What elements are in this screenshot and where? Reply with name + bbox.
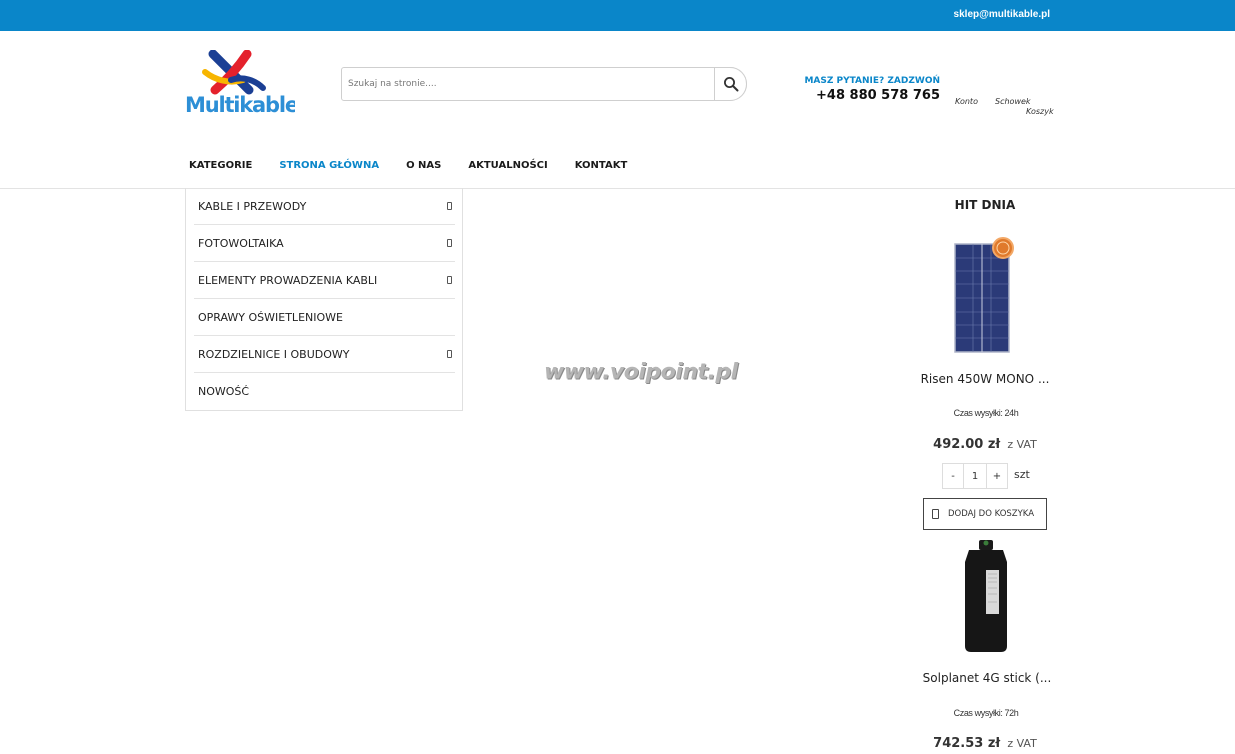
price-value: 492.00 zł [933, 437, 1001, 452]
product-price: 742.53 zł z VAT [905, 732, 1065, 751]
search-box [341, 67, 747, 101]
contact-block: MASZ PYTANIE? ZADZWOŃ +48 880 578 765 [790, 76, 940, 103]
quantity-decrease-button[interactable]: - [942, 463, 964, 489]
product-image-solar-panel[interactable] [952, 236, 1018, 361]
wishlist-link[interactable]: Schowek [995, 97, 1031, 106]
category-item-new[interactable]: NOWOŚĆ [194, 373, 455, 410]
chevron-right-icon [447, 239, 452, 247]
category-label: FOTOWOLTAIKA [198, 236, 284, 250]
category-item-photovoltaics[interactable]: FOTOWOLTAIKA [194, 225, 455, 262]
quantity-increase-button[interactable]: + [986, 463, 1008, 489]
price-vat-label: z VAT [1007, 737, 1037, 750]
category-item-cable-management[interactable]: ELEMENTY PROWADZENIA KABLI [194, 262, 455, 299]
price-value: 742.53 zł [933, 736, 1001, 751]
search-input[interactable] [342, 68, 715, 100]
banner-watermark: www.voipoint.pl [544, 360, 738, 385]
price-vat-label: z VAT [1007, 438, 1037, 451]
nav-item-news[interactable]: AKTUALNOŚCI [468, 160, 547, 174]
chevron-right-icon [447, 202, 452, 210]
hit-title: HIT DNIA [954, 198, 1016, 212]
cart-link[interactable]: Koszyk [1026, 107, 1054, 116]
quantity-input[interactable]: 1 [964, 463, 986, 489]
category-sidebar: KABLE I PRZEWODY FOTOWOLTAIKA ELEMENTY P… [185, 188, 463, 411]
phone-number[interactable]: +48 880 578 765 [790, 88, 940, 103]
quantity-stepper: - 1 + szt [942, 463, 1030, 489]
chevron-right-icon [447, 276, 452, 284]
email-link[interactable]: sklep@multikable.pl [954, 9, 1050, 20]
cart-icon [932, 509, 939, 519]
category-item-lighting[interactable]: OPRAWY OŚWIETLENIOWE [194, 299, 455, 336]
top-bar: sklep@multikable.pl [0, 0, 1235, 31]
category-label: KABLE I PRZEWODY [198, 199, 307, 213]
category-label: NOWOŚĆ [198, 385, 250, 398]
product-image-4g-stick[interactable] [955, 538, 1017, 659]
add-to-cart-label: DODAJ DO KOSZYKA [948, 509, 1035, 519]
product-shipping: Czas wysyłki: 24h [953, 408, 1019, 418]
category-label: OPRAWY OŚWIETLENIOWE [198, 310, 343, 324]
product-name[interactable]: Solplanet 4G stick (... [907, 671, 1067, 685]
product-name[interactable]: Risen 450W MONO ... [905, 372, 1065, 386]
search-icon [723, 77, 738, 92]
add-to-cart-button[interactable]: DODAJ DO KOSZYKA [923, 498, 1047, 530]
logo-text: Multikable [185, 93, 295, 116]
product-price: 492.00 zł z VAT [905, 433, 1065, 452]
chevron-right-icon [447, 350, 452, 358]
contact-question: MASZ PYTANIE? ZADZWOŃ [804, 76, 940, 86]
nav-item-contact[interactable]: KONTAKT [575, 160, 628, 174]
nav-item-about[interactable]: O NAS [406, 160, 441, 174]
category-label: ROZDZIELNICE I OBUDOWY [198, 347, 350, 361]
product-shipping: Czas wysyłki: 72h [953, 708, 1019, 718]
main-nav: KATEGORIE STRONA GŁÓWNA O NAS AKTUALNOŚC… [185, 160, 650, 174]
nav-item-home[interactable]: STRONA GŁÓWNA [279, 160, 379, 174]
quantity-unit: szt [1014, 468, 1030, 481]
category-item-cables[interactable]: KABLE I PRZEWODY [194, 188, 455, 225]
account-link[interactable]: Konto [955, 97, 978, 106]
category-item-switchboards[interactable]: ROZDZIELNICE I OBUDOWY [194, 336, 455, 373]
category-label: ELEMENTY PROWADZENIA KABLI [198, 273, 378, 287]
search-button[interactable] [714, 67, 747, 101]
site-logo[interactable]: Multikable [185, 50, 295, 116]
nav-item-kategorie[interactable]: KATEGORIE [189, 160, 252, 174]
